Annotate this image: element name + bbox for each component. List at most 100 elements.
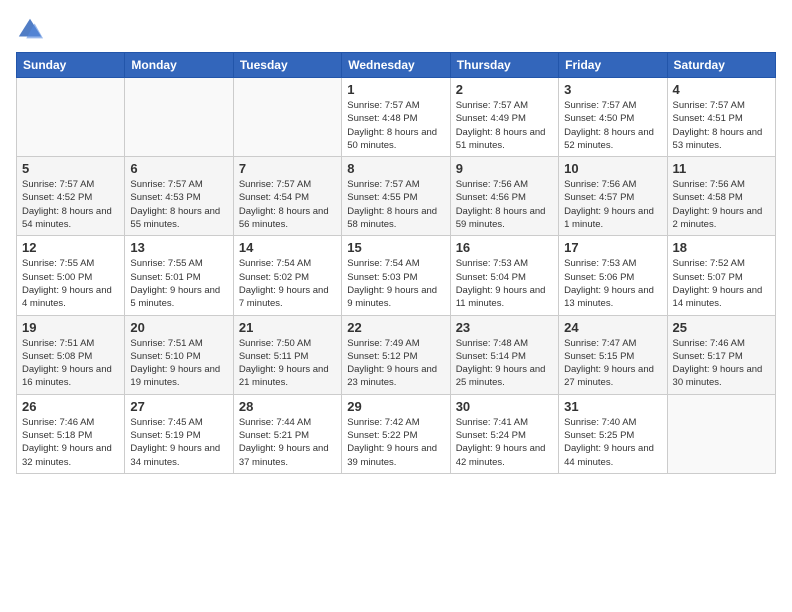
calendar-cell: 26 Sunrise: 7:46 AMSunset: 5:18 PMDaylig… (17, 394, 125, 473)
day-number: 21 (239, 320, 336, 335)
day-info: Sunrise: 7:46 AMSunset: 5:18 PMDaylight:… (22, 416, 119, 469)
calendar-table: SundayMondayTuesdayWednesdayThursdayFrid… (16, 52, 776, 474)
day-info: Sunrise: 7:56 AMSunset: 4:58 PMDaylight:… (673, 178, 770, 231)
day-info: Sunrise: 7:57 AMSunset: 4:53 PMDaylight:… (130, 178, 227, 231)
calendar-cell: 28 Sunrise: 7:44 AMSunset: 5:21 PMDaylig… (233, 394, 341, 473)
day-number: 2 (456, 82, 553, 97)
day-info: Sunrise: 7:50 AMSunset: 5:11 PMDaylight:… (239, 337, 336, 390)
day-number: 23 (456, 320, 553, 335)
day-number: 8 (347, 161, 444, 176)
day-info: Sunrise: 7:55 AMSunset: 5:01 PMDaylight:… (130, 257, 227, 310)
day-info: Sunrise: 7:40 AMSunset: 5:25 PMDaylight:… (564, 416, 661, 469)
calendar-cell: 22 Sunrise: 7:49 AMSunset: 5:12 PMDaylig… (342, 315, 450, 394)
day-info: Sunrise: 7:57 AMSunset: 4:48 PMDaylight:… (347, 99, 444, 152)
day-info: Sunrise: 7:51 AMSunset: 5:10 PMDaylight:… (130, 337, 227, 390)
calendar-cell: 16 Sunrise: 7:53 AMSunset: 5:04 PMDaylig… (450, 236, 558, 315)
weekday-header-monday: Monday (125, 53, 233, 78)
day-number: 28 (239, 399, 336, 414)
day-number: 7 (239, 161, 336, 176)
calendar-week-5: 26 Sunrise: 7:46 AMSunset: 5:18 PMDaylig… (17, 394, 776, 473)
calendar-cell: 30 Sunrise: 7:41 AMSunset: 5:24 PMDaylig… (450, 394, 558, 473)
day-number: 22 (347, 320, 444, 335)
calendar-cell: 2 Sunrise: 7:57 AMSunset: 4:49 PMDayligh… (450, 78, 558, 157)
day-number: 9 (456, 161, 553, 176)
calendar-cell: 9 Sunrise: 7:56 AMSunset: 4:56 PMDayligh… (450, 157, 558, 236)
day-number: 4 (673, 82, 770, 97)
calendar-week-1: 1 Sunrise: 7:57 AMSunset: 4:48 PMDayligh… (17, 78, 776, 157)
calendar-cell: 5 Sunrise: 7:57 AMSunset: 4:52 PMDayligh… (17, 157, 125, 236)
day-info: Sunrise: 7:54 AMSunset: 5:03 PMDaylight:… (347, 257, 444, 310)
calendar-cell: 17 Sunrise: 7:53 AMSunset: 5:06 PMDaylig… (559, 236, 667, 315)
day-number: 1 (347, 82, 444, 97)
day-info: Sunrise: 7:53 AMSunset: 5:06 PMDaylight:… (564, 257, 661, 310)
day-info: Sunrise: 7:46 AMSunset: 5:17 PMDaylight:… (673, 337, 770, 390)
calendar-cell: 10 Sunrise: 7:56 AMSunset: 4:57 PMDaylig… (559, 157, 667, 236)
day-info: Sunrise: 7:49 AMSunset: 5:12 PMDaylight:… (347, 337, 444, 390)
day-info: Sunrise: 7:57 AMSunset: 4:54 PMDaylight:… (239, 178, 336, 231)
calendar-cell: 6 Sunrise: 7:57 AMSunset: 4:53 PMDayligh… (125, 157, 233, 236)
calendar-cell: 3 Sunrise: 7:57 AMSunset: 4:50 PMDayligh… (559, 78, 667, 157)
calendar-cell: 24 Sunrise: 7:47 AMSunset: 5:15 PMDaylig… (559, 315, 667, 394)
calendar-cell: 7 Sunrise: 7:57 AMSunset: 4:54 PMDayligh… (233, 157, 341, 236)
day-info: Sunrise: 7:53 AMSunset: 5:04 PMDaylight:… (456, 257, 553, 310)
day-number: 15 (347, 240, 444, 255)
day-number: 24 (564, 320, 661, 335)
weekday-header-friday: Friday (559, 53, 667, 78)
calendar-cell: 20 Sunrise: 7:51 AMSunset: 5:10 PMDaylig… (125, 315, 233, 394)
calendar-cell: 31 Sunrise: 7:40 AMSunset: 5:25 PMDaylig… (559, 394, 667, 473)
day-info: Sunrise: 7:55 AMSunset: 5:00 PMDaylight:… (22, 257, 119, 310)
calendar-cell: 12 Sunrise: 7:55 AMSunset: 5:00 PMDaylig… (17, 236, 125, 315)
calendar-cell (667, 394, 775, 473)
day-info: Sunrise: 7:57 AMSunset: 4:51 PMDaylight:… (673, 99, 770, 152)
calendar-cell (17, 78, 125, 157)
weekday-header-tuesday: Tuesday (233, 53, 341, 78)
day-info: Sunrise: 7:56 AMSunset: 4:57 PMDaylight:… (564, 178, 661, 231)
calendar-week-4: 19 Sunrise: 7:51 AMSunset: 5:08 PMDaylig… (17, 315, 776, 394)
logo-icon (16, 16, 44, 44)
calendar-cell (233, 78, 341, 157)
calendar-cell: 27 Sunrise: 7:45 AMSunset: 5:19 PMDaylig… (125, 394, 233, 473)
calendar-cell (125, 78, 233, 157)
day-number: 31 (564, 399, 661, 414)
day-info: Sunrise: 7:57 AMSunset: 4:55 PMDaylight:… (347, 178, 444, 231)
calendar-cell: 14 Sunrise: 7:54 AMSunset: 5:02 PMDaylig… (233, 236, 341, 315)
day-info: Sunrise: 7:56 AMSunset: 4:56 PMDaylight:… (456, 178, 553, 231)
day-number: 18 (673, 240, 770, 255)
day-number: 10 (564, 161, 661, 176)
calendar-cell: 25 Sunrise: 7:46 AMSunset: 5:17 PMDaylig… (667, 315, 775, 394)
day-number: 5 (22, 161, 119, 176)
day-number: 17 (564, 240, 661, 255)
page-header (16, 16, 776, 44)
calendar-cell: 13 Sunrise: 7:55 AMSunset: 5:01 PMDaylig… (125, 236, 233, 315)
day-number: 16 (456, 240, 553, 255)
weekday-header-saturday: Saturday (667, 53, 775, 78)
calendar-cell: 4 Sunrise: 7:57 AMSunset: 4:51 PMDayligh… (667, 78, 775, 157)
calendar-cell: 11 Sunrise: 7:56 AMSunset: 4:58 PMDaylig… (667, 157, 775, 236)
calendar-cell: 21 Sunrise: 7:50 AMSunset: 5:11 PMDaylig… (233, 315, 341, 394)
weekday-header-wednesday: Wednesday (342, 53, 450, 78)
day-info: Sunrise: 7:51 AMSunset: 5:08 PMDaylight:… (22, 337, 119, 390)
day-number: 30 (456, 399, 553, 414)
day-number: 29 (347, 399, 444, 414)
day-number: 26 (22, 399, 119, 414)
calendar-cell: 19 Sunrise: 7:51 AMSunset: 5:08 PMDaylig… (17, 315, 125, 394)
day-info: Sunrise: 7:48 AMSunset: 5:14 PMDaylight:… (456, 337, 553, 390)
day-info: Sunrise: 7:42 AMSunset: 5:22 PMDaylight:… (347, 416, 444, 469)
weekday-header-row: SundayMondayTuesdayWednesdayThursdayFrid… (17, 53, 776, 78)
day-info: Sunrise: 7:45 AMSunset: 5:19 PMDaylight:… (130, 416, 227, 469)
calendar-cell: 23 Sunrise: 7:48 AMSunset: 5:14 PMDaylig… (450, 315, 558, 394)
calendar-cell: 18 Sunrise: 7:52 AMSunset: 5:07 PMDaylig… (667, 236, 775, 315)
day-number: 27 (130, 399, 227, 414)
day-info: Sunrise: 7:57 AMSunset: 4:49 PMDaylight:… (456, 99, 553, 152)
calendar-cell: 1 Sunrise: 7:57 AMSunset: 4:48 PMDayligh… (342, 78, 450, 157)
calendar-week-2: 5 Sunrise: 7:57 AMSunset: 4:52 PMDayligh… (17, 157, 776, 236)
day-info: Sunrise: 7:44 AMSunset: 5:21 PMDaylight:… (239, 416, 336, 469)
day-number: 20 (130, 320, 227, 335)
day-number: 6 (130, 161, 227, 176)
day-number: 25 (673, 320, 770, 335)
weekday-header-sunday: Sunday (17, 53, 125, 78)
day-number: 11 (673, 161, 770, 176)
day-info: Sunrise: 7:47 AMSunset: 5:15 PMDaylight:… (564, 337, 661, 390)
day-number: 12 (22, 240, 119, 255)
day-info: Sunrise: 7:54 AMSunset: 5:02 PMDaylight:… (239, 257, 336, 310)
